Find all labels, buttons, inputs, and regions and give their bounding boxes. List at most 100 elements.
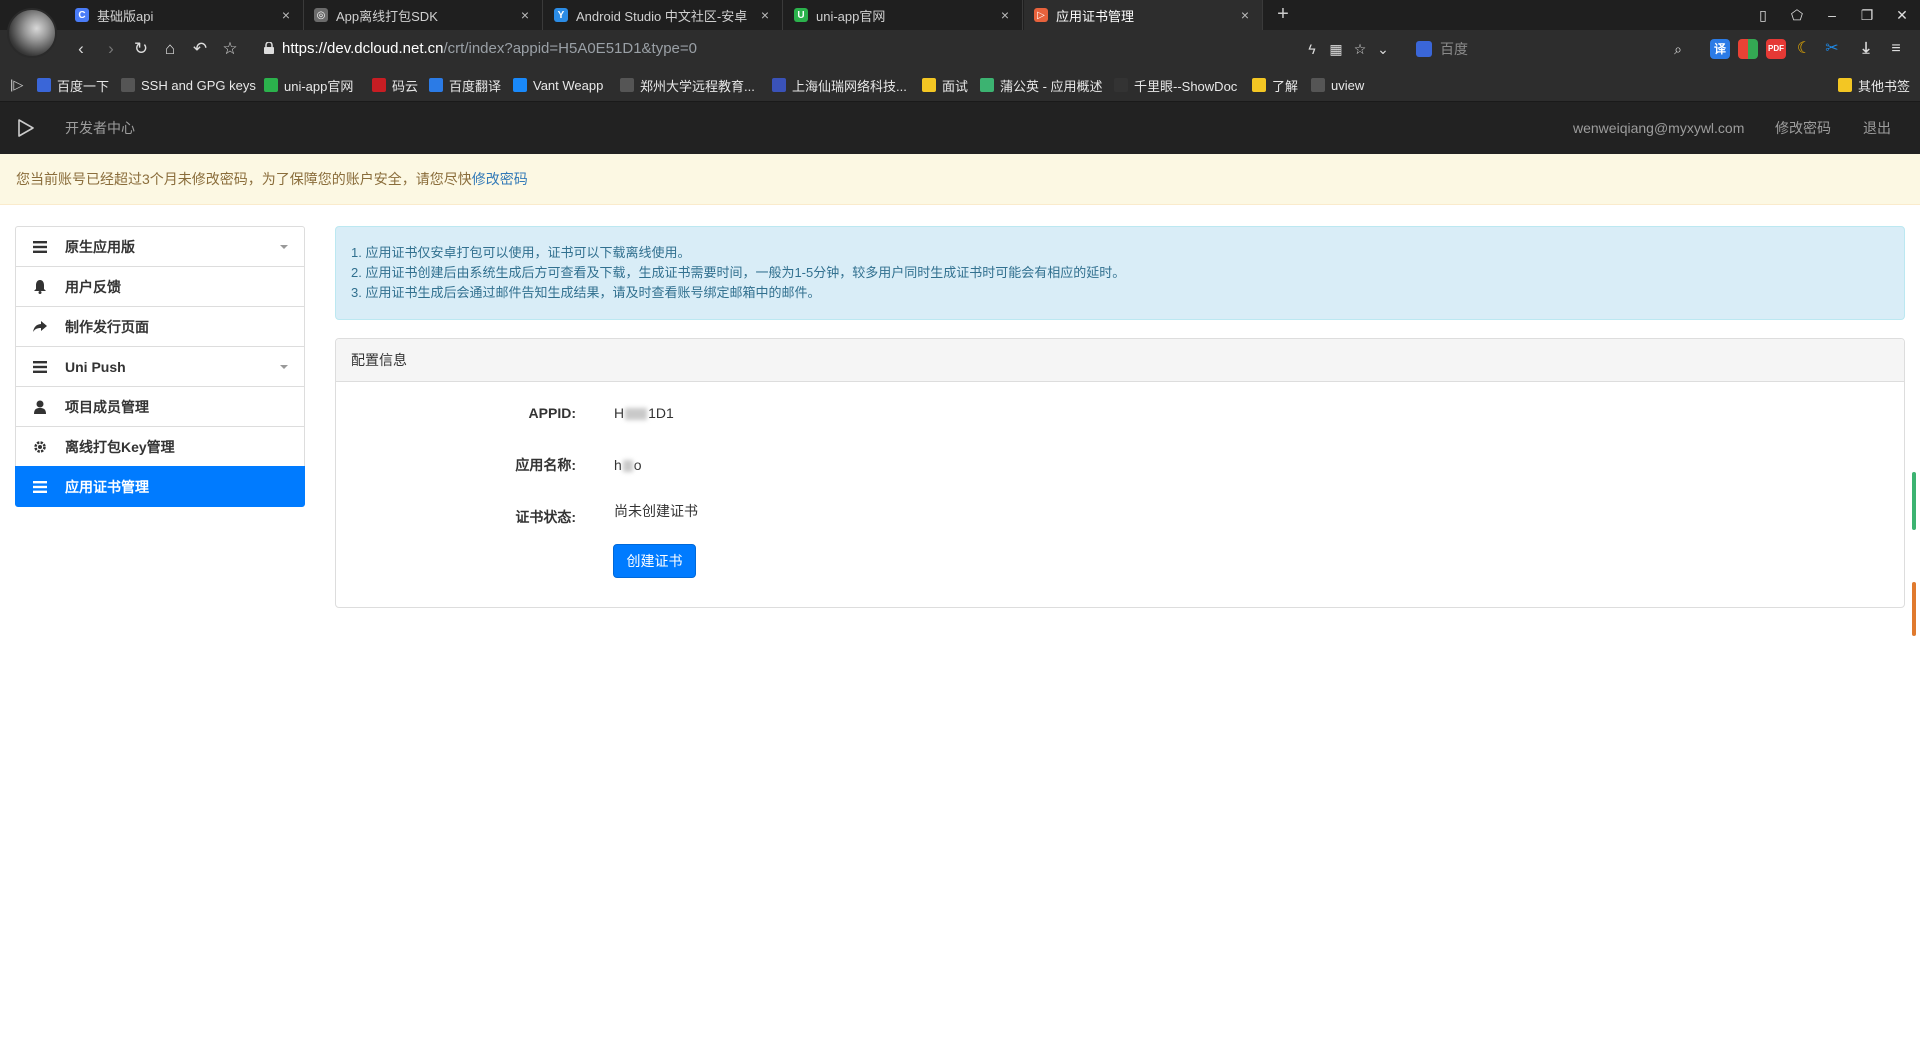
browser-tab[interactable]: ▷ 应用证书管理 × — [1024, 0, 1263, 30]
sidebar-menu: 原生应用版用户反馈制作发行页面 Uni Push 项目成员管理离线打包Key管理应用… — [15, 226, 305, 507]
bookmark-label: Vant Weapp — [533, 77, 604, 93]
alert-text: 您当前账号已经超过3个月未修改密码，为了保障您的账户安全，请您尽快 — [16, 171, 472, 187]
qr-code-icon[interactable]: ▦ — [1326, 39, 1346, 59]
user-avatar[interactable] — [7, 8, 57, 58]
bookmark-label: 千里眼--ShowDoc — [1134, 78, 1238, 94]
tab-close-icon[interactable]: × — [279, 7, 293, 23]
bookmark-label: 上海仙瑞网络科技... — [792, 78, 907, 94]
bookmark-label: 其他书签 — [1858, 78, 1911, 94]
apps-extension-icon[interactable] — [1738, 39, 1758, 59]
appid-row: APPID: H 1D1 — [336, 401, 1904, 425]
bookmark-item[interactable]: uview — [1311, 68, 1364, 102]
tab-favicon-icon: Y — [554, 8, 568, 22]
back-button[interactable]: ‹ — [70, 38, 92, 60]
bookmark-item[interactable]: 码云 — [372, 68, 418, 102]
pdf-extension-icon[interactable]: PDF — [1766, 39, 1786, 59]
bookmark-item[interactable]: 面试 — [922, 68, 968, 102]
baidu-icon — [1416, 41, 1432, 57]
sidebar-toggle-icon[interactable]: |▷ — [10, 68, 23, 102]
new-tab-button[interactable]: + — [1272, 3, 1294, 25]
redacted-mask — [622, 460, 633, 473]
tab-favicon-icon: C — [75, 8, 89, 22]
moon-extension-icon[interactable]: ☾ — [1794, 39, 1814, 59]
search-engine-input[interactable]: 百度 — [1410, 36, 1695, 62]
tab-close-icon[interactable]: × — [1238, 7, 1252, 23]
bookmark-label: uni-app官网 — [284, 78, 354, 94]
close-window-button[interactable]: ✕ — [1885, 0, 1919, 30]
sidebar-item-label: 应用证书管理 — [65, 478, 149, 495]
user-email-link[interactable]: wenweiqiang@myxywl.com — [1573, 102, 1744, 154]
bookmark-icon — [922, 78, 936, 92]
brand-title[interactable]: 开发者中心 — [65, 102, 135, 154]
undo-close-icon[interactable]: ↶ — [189, 38, 211, 60]
bookmark-icon — [264, 78, 278, 92]
bookmark-star-icon[interactable]: ☆ — [219, 38, 241, 60]
appid-label: APPID: — [528, 405, 576, 421]
sidebar-item-label: 项目成员管理 — [65, 398, 149, 415]
reload-button[interactable]: ↻ — [130, 38, 152, 60]
sidebar-item[interactable]: 用户反馈 — [15, 266, 305, 307]
minimize-button[interactable]: – — [1815, 0, 1849, 30]
change-password-link[interactable]: 修改密码 — [1775, 102, 1831, 154]
split-view-icon[interactable]: ▯ — [1746, 0, 1780, 30]
bookmark-item[interactable]: 千里眼--ShowDoc — [1114, 68, 1237, 102]
bookmark-item[interactable]: 了解 — [1252, 68, 1298, 102]
bookmark-item[interactable]: 其他书签 — [1838, 68, 1910, 102]
sidebar-item-label: 用户反馈 — [65, 278, 121, 295]
bookmark-icon — [1838, 78, 1852, 92]
browser-tab[interactable]: Y Android Studio 中文社区-安卓 × — [544, 0, 783, 30]
download-icon[interactable]: ⤓ — [1856, 39, 1876, 59]
bookmark-item[interactable]: uni-app官网 — [264, 68, 353, 102]
status-value: 尚未创建证书 — [614, 503, 698, 519]
sidebar-item[interactable]: 应用证书管理 — [15, 466, 305, 507]
bookmark-item[interactable]: 百度翻译 — [429, 68, 501, 102]
sidebar-item[interactable]: 离线打包Key管理 — [15, 426, 305, 467]
sidebar-item[interactable]: 制作发行页面 — [15, 306, 305, 347]
url-field[interactable]: https://dev.dcloud.net.cn/crt/index?appi… — [282, 38, 697, 60]
lightning-icon[interactable]: ϟ — [1302, 39, 1322, 59]
browser-tab[interactable]: ◎ App离线打包SDK × — [304, 0, 543, 30]
bookmark-item[interactable]: 郑州大学远程教育... — [620, 68, 755, 102]
translate-extension-icon[interactable]: 译 — [1710, 39, 1730, 59]
bookmark-item[interactable]: SSH and GPG keys — [121, 68, 256, 102]
forward-button[interactable]: › — [100, 38, 122, 60]
create-certificate-button[interactable]: 创建证书 — [613, 544, 696, 578]
sidebar-item[interactable]: 原生应用版 — [15, 226, 305, 267]
menu-icon[interactable]: ≡ — [1886, 39, 1906, 59]
favorite-star-icon[interactable]: ☆ — [1350, 39, 1370, 59]
logout-link[interactable]: 退出 — [1863, 102, 1891, 154]
bookmark-item[interactable]: 上海仙瑞网络科技... — [772, 68, 907, 102]
bookmark-icon — [372, 78, 386, 92]
scroll-marker — [1912, 472, 1916, 530]
appname-row: 应用名称: ho — [336, 453, 1904, 477]
config-panel: 配置信息 APPID: H 1D1 应用名称: ho 证书状态: 尚未创建证书 创… — [335, 338, 1905, 608]
alert-change-password-link[interactable]: 修改密码 — [472, 171, 528, 187]
tab-close-icon[interactable]: × — [998, 7, 1012, 23]
lock-icon — [264, 42, 274, 54]
bookmark-icon — [513, 78, 527, 92]
browser-tab[interactable]: Uuni-app官网 × — [784, 0, 1023, 30]
browser-tab[interactable]: C 基础版api × — [65, 0, 304, 30]
sidebar-item[interactable]: Uni Push — [15, 346, 305, 387]
search-icon[interactable]: ⌕ — [1668, 39, 1688, 59]
bookmark-label: uview — [1331, 77, 1365, 93]
pin-icon[interactable]: ⬠ — [1780, 0, 1814, 30]
bookmark-item[interactable]: 蒲公英 - 应用概述 — [980, 68, 1103, 102]
sidebar-item-label: 制作发行页面 — [65, 318, 149, 335]
tab-close-icon[interactable]: × — [518, 7, 532, 23]
bookmark-item[interactable]: Vant Weapp — [513, 68, 603, 102]
tab-close-icon[interactable]: × — [758, 7, 772, 23]
chevron-down-icon[interactable]: ⌄ — [1373, 39, 1393, 59]
bookmark-item[interactable]: 百度一下 — [37, 68, 109, 102]
appid-value: H 1D1 — [614, 405, 674, 421]
restore-button[interactable]: ❐ — [1850, 0, 1884, 30]
bookmark-label: 百度一下 — [57, 78, 110, 94]
sidebar-item[interactable]: 项目成员管理 — [15, 386, 305, 427]
notice-line: 3. 应用证书生成后会通过邮件告知生成结果，请及时查看账号绑定邮箱中的邮件。 — [351, 285, 821, 300]
scissors-extension-icon[interactable]: ✂ — [1822, 39, 1842, 59]
home-icon[interactable]: ⌂ — [159, 38, 181, 60]
dcloud-logo-icon[interactable] — [16, 118, 36, 138]
tab-title: 应用证书管理 — [1056, 8, 1135, 24]
share-icon — [32, 319, 48, 335]
bookmark-icon — [980, 78, 994, 92]
